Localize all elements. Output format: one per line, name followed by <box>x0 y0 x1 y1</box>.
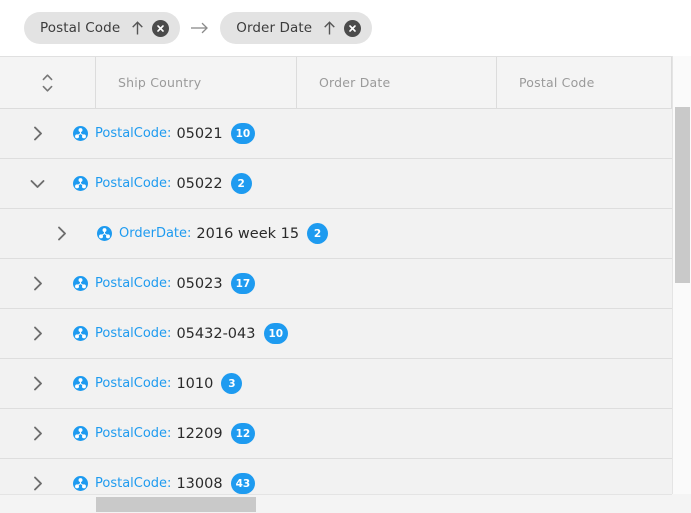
group-field-value: 2016 week 15 <box>196 225 300 242</box>
group-node: PostalCode: 1010 3 <box>73 373 691 394</box>
chip-close-button[interactable] <box>344 19 362 37</box>
column-header-label: Ship Country <box>118 75 202 90</box>
group-node-icon <box>73 326 88 341</box>
chevron-right-icon[interactable] <box>26 373 48 395</box>
group-field-value: 12209 <box>176 425 223 442</box>
chevron-down-icon[interactable] <box>26 173 48 195</box>
horizontal-scrollbar-thumb[interactable] <box>96 497 256 512</box>
chip-label: Order Date <box>236 20 313 36</box>
group-field-value: 05021 <box>176 125 223 142</box>
vertical-scrollbar[interactable] <box>672 56 691 513</box>
header-cell-postal-code[interactable]: Postal Code <box>497 57 672 108</box>
group-field-name: PostalCode: <box>95 176 172 191</box>
table-row[interactable]: PostalCode: 05022 2 <box>0 159 691 209</box>
group-node-icon <box>73 276 88 291</box>
group-field-value: 05432-043 <box>176 325 256 342</box>
group-node: PostalCode: 05023 17 <box>73 273 691 294</box>
group-field-value: 13008 <box>176 475 223 492</box>
group-node-icon <box>73 426 88 441</box>
close-icon <box>157 24 165 32</box>
group-count-badge: 2 <box>307 223 329 244</box>
group-field-value: 1010 <box>176 375 214 392</box>
table-row[interactable]: OrderDate: 2016 week 15 2 <box>0 209 691 259</box>
chevron-right-icon[interactable] <box>26 273 48 295</box>
chip-label: Postal Code <box>40 20 121 36</box>
group-count-badge: 12 <box>230 423 256 444</box>
group-field-value: 05023 <box>176 275 223 292</box>
chevron-right-icon[interactable] <box>50 223 72 245</box>
chevron-right-icon[interactable] <box>26 423 48 445</box>
group-node: PostalCode: 13008 43 <box>73 473 691 494</box>
table-row[interactable]: PostalCode: 05023 17 <box>0 259 691 309</box>
group-field-name: PostalCode: <box>95 476 172 491</box>
table-row[interactable]: PostalCode: 12209 12 <box>0 409 691 459</box>
group-count-badge: 17 <box>230 273 256 294</box>
arrow-up-icon[interactable] <box>131 20 144 36</box>
group-node: PostalCode: 05021 10 <box>73 123 691 144</box>
table-row[interactable]: PostalCode: 1010 3 <box>0 359 691 409</box>
scrollbar-corner <box>672 494 691 513</box>
close-icon <box>349 24 356 32</box>
table-row[interactable]: PostalCode: 05432-043 10 <box>0 309 691 359</box>
group-node: OrderDate: 2016 week 15 2 <box>97 223 691 244</box>
group-node-icon <box>97 226 112 241</box>
group-node: PostalCode: 05022 2 <box>73 173 691 194</box>
header-cell-sort-toggle[interactable] <box>0 57 96 108</box>
table-row[interactable]: PostalCode: 05021 10 <box>0 109 691 159</box>
arrow-up-icon[interactable] <box>323 20 336 36</box>
column-header-label: Order Date <box>319 75 391 90</box>
header-cell-order-date[interactable]: Order Date <box>297 57 497 108</box>
grid-header-row: Ship Country Order Date Postal Code <box>0 57 691 109</box>
group-node: PostalCode: 05432-043 10 <box>73 323 691 344</box>
sort-updown-icon[interactable] <box>0 71 95 95</box>
vertical-scrollbar-thumb[interactable] <box>675 107 690 283</box>
chevron-right-icon[interactable] <box>26 323 48 345</box>
group-field-name: PostalCode: <box>95 426 172 441</box>
arrow-right-icon <box>191 22 209 34</box>
horizontal-scrollbar[interactable] <box>0 494 672 513</box>
chip-order-date[interactable]: Order Date <box>220 12 373 44</box>
group-node-icon <box>73 176 88 191</box>
group-count-badge: 3 <box>221 373 243 394</box>
group-count-badge: 10 <box>263 323 289 344</box>
chip-close-button[interactable] <box>152 19 170 37</box>
group-by-chip-bar: Postal Code Order Date <box>0 0 691 56</box>
group-count-badge: 43 <box>230 473 256 494</box>
group-field-name: PostalCode: <box>95 276 172 291</box>
chevron-right-icon[interactable] <box>26 473 48 495</box>
group-field-name: PostalCode: <box>95 376 172 391</box>
group-count-badge: 2 <box>230 173 252 194</box>
group-field-name: OrderDate: <box>119 226 192 241</box>
column-header-label: Postal Code <box>519 75 595 90</box>
group-node: PostalCode: 12209 12 <box>73 423 691 444</box>
group-node-icon <box>73 476 88 491</box>
group-count-badge: 10 <box>230 123 256 144</box>
header-cell-ship-country[interactable]: Ship Country <box>96 57 297 108</box>
data-grid: Ship Country Order Date Postal Code Post… <box>0 56 691 513</box>
group-node-icon <box>73 376 88 391</box>
group-field-name: PostalCode: <box>95 126 172 141</box>
group-field-value: 05022 <box>176 175 223 192</box>
chip-postal-code[interactable]: Postal Code <box>24 12 181 44</box>
group-node-icon <box>73 126 88 141</box>
chevron-right-icon[interactable] <box>26 123 48 145</box>
group-field-name: PostalCode: <box>95 326 172 341</box>
grid-body: PostalCode: 05021 10 PostalCode: 05022 2… <box>0 109 691 513</box>
